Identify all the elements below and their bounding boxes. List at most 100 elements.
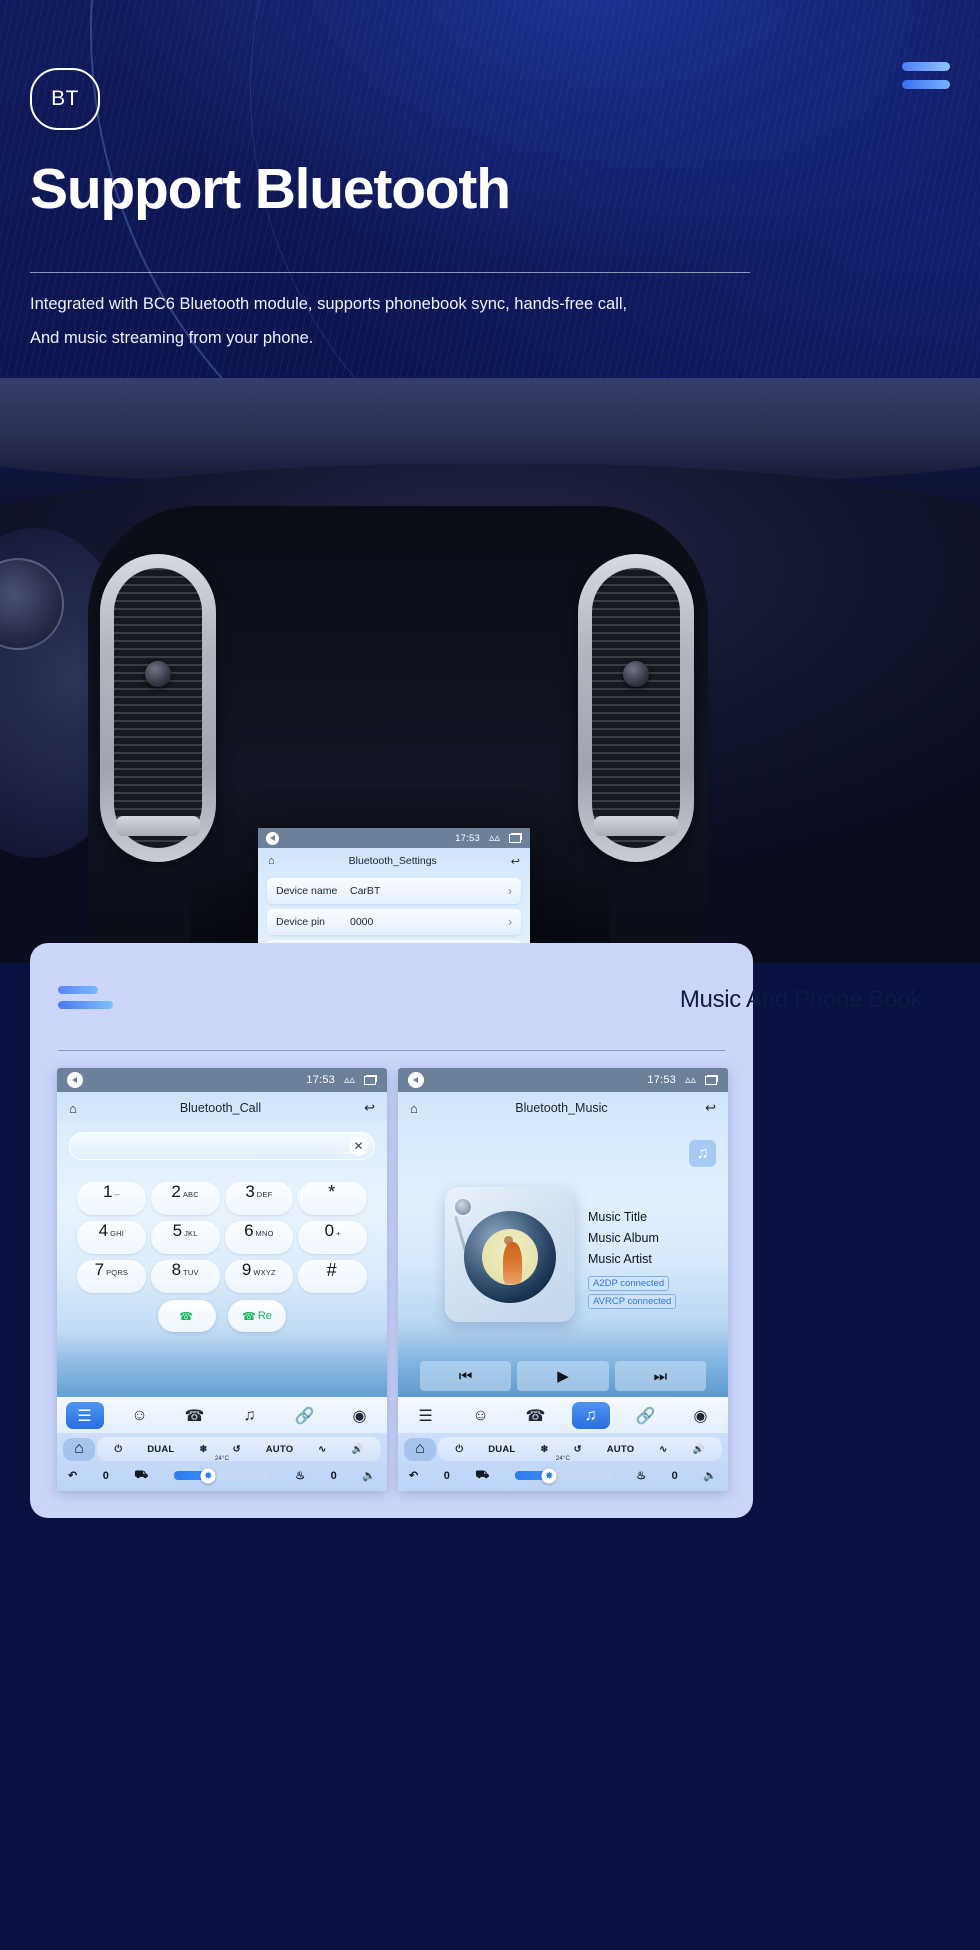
album-art-figure-body: [503, 1241, 523, 1285]
recents-icon[interactable]: [509, 833, 522, 843]
bluetooth-call-screen[interactable]: 17:53 ▵▵ ⌂ Bluetooth_Call ↩ ✕ 1 -- 2 ABC: [57, 1068, 387, 1491]
dial-keypad: 1 -- 2 ABC 3 DEF * 4 GHI 5 JKL 6 MNO 0 +…: [69, 1182, 375, 1293]
call-climate-bar: ⌂ ⏻ DUAL ❄ ↺ AUTO ∿ 🔊 ↶ 0 ⛟ ✸ ♨ 0 🔈 24°C: [57, 1433, 387, 1491]
phone-number-input[interactable]: ✕: [69, 1132, 375, 1160]
seat-icon[interactable]: ⛟: [475, 1469, 489, 1483]
next-icon[interactable]: ⏭: [614, 1361, 706, 1391]
card-accent-bar-2: [58, 1001, 113, 1009]
home-icon[interactable]: ⌂: [69, 1101, 77, 1116]
grid-icon[interactable]: ☰: [407, 1402, 445, 1429]
music-climate-bar: ⌂ ⏻ DUAL ❄ ↺ AUTO ∿ 🔊 ↶ 0 ⛟ ✸ ♨ 0 🔈 24°C: [398, 1433, 728, 1491]
home-icon[interactable]: ⌂: [410, 1101, 418, 1116]
key-digit: 8: [171, 1260, 182, 1279]
key-9[interactable]: 9 WXYZ: [224, 1260, 294, 1293]
grid-icon[interactable]: ☰: [65, 1402, 104, 1429]
air-vent-right-louvers: [592, 568, 680, 848]
redial-button[interactable]: ☎ Re: [228, 1300, 286, 1332]
fan-speed-slider[interactable]: ✸: [514, 1468, 611, 1483]
volume-up-icon[interactable]: 🔊: [351, 1444, 363, 1455]
right-temp-value: 0: [671, 1469, 678, 1482]
link-icon[interactable]: 🔗: [627, 1402, 665, 1429]
close-icon[interactable]: ✕: [349, 1136, 368, 1156]
key-8[interactable]: 8 TUV: [150, 1260, 220, 1293]
key-2[interactable]: 2 ABC: [150, 1182, 220, 1215]
music-app-bar: ⌂ Bluetooth_Music ↩: [398, 1092, 728, 1124]
bluetooth-badge: BT: [30, 68, 100, 130]
snowflake-icon[interactable]: ❄: [540, 1444, 548, 1455]
contact-icon[interactable]: ☺: [462, 1402, 500, 1429]
back-arrow-icon[interactable]: [408, 1072, 424, 1088]
key-digit: #: [326, 1260, 337, 1280]
key-1[interactable]: 1 --: [77, 1182, 146, 1215]
return-icon[interactable]: ↩: [364, 1100, 375, 1116]
snowflake-icon[interactable]: ❄: [199, 1444, 207, 1455]
key-hash[interactable]: #: [298, 1260, 367, 1293]
key-6[interactable]: 6 MNO: [224, 1221, 294, 1254]
return-icon[interactable]: ↩: [511, 855, 520, 868]
contact-icon[interactable]: ☺: [121, 1402, 159, 1429]
recents-icon[interactable]: [705, 1075, 718, 1085]
return-icon[interactable]: ↩: [705, 1100, 716, 1116]
defrost-icon[interactable]: ∿: [659, 1444, 667, 1455]
hero-divider: [30, 272, 750, 273]
volume-down-icon[interactable]: 🔈: [362, 1469, 376, 1482]
dual-label[interactable]: DUAL: [147, 1444, 174, 1455]
fan-speed-slider[interactable]: ✸: [173, 1468, 270, 1483]
phone-icon[interactable]: ☎: [517, 1402, 555, 1429]
call-button[interactable]: ☎: [158, 1300, 216, 1332]
power-icon[interactable]: ⏻: [456, 1444, 464, 1455]
recirculation-icon[interactable]: ↺: [233, 1444, 241, 1455]
setting-row-device-name[interactable]: Device name CarBT ›: [267, 878, 521, 904]
music-note-icon[interactable]: ♫: [689, 1140, 716, 1167]
chevron-up-icon[interactable]: ▵▵: [344, 1074, 355, 1086]
back-arrow-icon[interactable]: ↶: [409, 1469, 418, 1482]
key-3[interactable]: 3 DEF: [224, 1182, 294, 1215]
volume-up-icon[interactable]: 🔊: [692, 1444, 704, 1455]
key-letters: TUV: [183, 1268, 199, 1277]
auto-label[interactable]: AUTO: [607, 1444, 635, 1455]
key-0[interactable]: 0 +: [298, 1221, 367, 1254]
seat-heat-icon[interactable]: ♨: [636, 1469, 646, 1482]
power-icon[interactable]: ⏻: [115, 1444, 123, 1455]
previous-icon[interactable]: ⏮: [420, 1361, 512, 1391]
back-arrow-icon[interactable]: ↶: [68, 1469, 77, 1482]
fan-icon[interactable]: ✸: [200, 1468, 216, 1483]
link-icon[interactable]: 🔗: [286, 1402, 324, 1429]
phone-icon: ☎: [242, 1310, 256, 1323]
bluetooth-music-screen[interactable]: 17:53 ▵▵ ⌂ Bluetooth_Music ↩ ♫ Music Tit…: [398, 1068, 728, 1491]
key-7[interactable]: 7 PQRS: [77, 1260, 146, 1293]
call-app-title: Bluetooth_Call: [179, 1101, 262, 1115]
music-note-icon[interactable]: ♫: [571, 1402, 610, 1429]
home-icon[interactable]: ⌂: [268, 855, 275, 867]
home-icon[interactable]: ⌂: [404, 1437, 436, 1461]
key-letters: GHI: [110, 1229, 125, 1238]
car-interior-photo: 60 ☼ ☷ ▲ ▣ 17:53: [0, 378, 980, 963]
gear-icon[interactable]: ◉: [682, 1402, 720, 1429]
setting-row-device-pin[interactable]: Device pin 0000 ›: [267, 909, 521, 935]
seat-icon[interactable]: ⛟: [134, 1469, 148, 1483]
auto-label[interactable]: AUTO: [266, 1444, 294, 1455]
gear-icon[interactable]: ◉: [341, 1402, 379, 1429]
volume-down-icon[interactable]: 🔈: [703, 1469, 717, 1482]
home-icon[interactable]: ⌂: [63, 1437, 95, 1461]
key-star[interactable]: *: [298, 1182, 367, 1215]
chevron-up-icon[interactable]: ▵▵: [685, 1074, 696, 1086]
defrost-icon[interactable]: ∿: [318, 1444, 326, 1455]
a2dp-status-badge: A2DP connected: [588, 1276, 670, 1291]
recirculation-icon[interactable]: ↺: [574, 1444, 582, 1455]
dual-label[interactable]: DUAL: [488, 1444, 515, 1455]
chevron-up-icon[interactable]: ▵▵: [489, 832, 500, 844]
phone-icon[interactable]: ☎: [176, 1402, 214, 1429]
music-note-icon[interactable]: ♫: [231, 1402, 269, 1429]
back-arrow-icon[interactable]: [266, 831, 279, 845]
seat-heat-icon[interactable]: ♨: [295, 1469, 305, 1482]
call-action-row: ☎ ☎ Re: [69, 1300, 375, 1332]
back-arrow-icon[interactable]: [67, 1072, 83, 1088]
key-5[interactable]: 5 JKL: [150, 1221, 220, 1254]
play-icon[interactable]: ▶: [517, 1361, 609, 1391]
setting-label: Device name: [276, 885, 338, 897]
fan-icon[interactable]: ✸: [541, 1468, 557, 1483]
key-4[interactable]: 4 GHI: [77, 1221, 146, 1254]
recents-icon[interactable]: [364, 1075, 377, 1085]
air-vent-left: [100, 554, 216, 862]
